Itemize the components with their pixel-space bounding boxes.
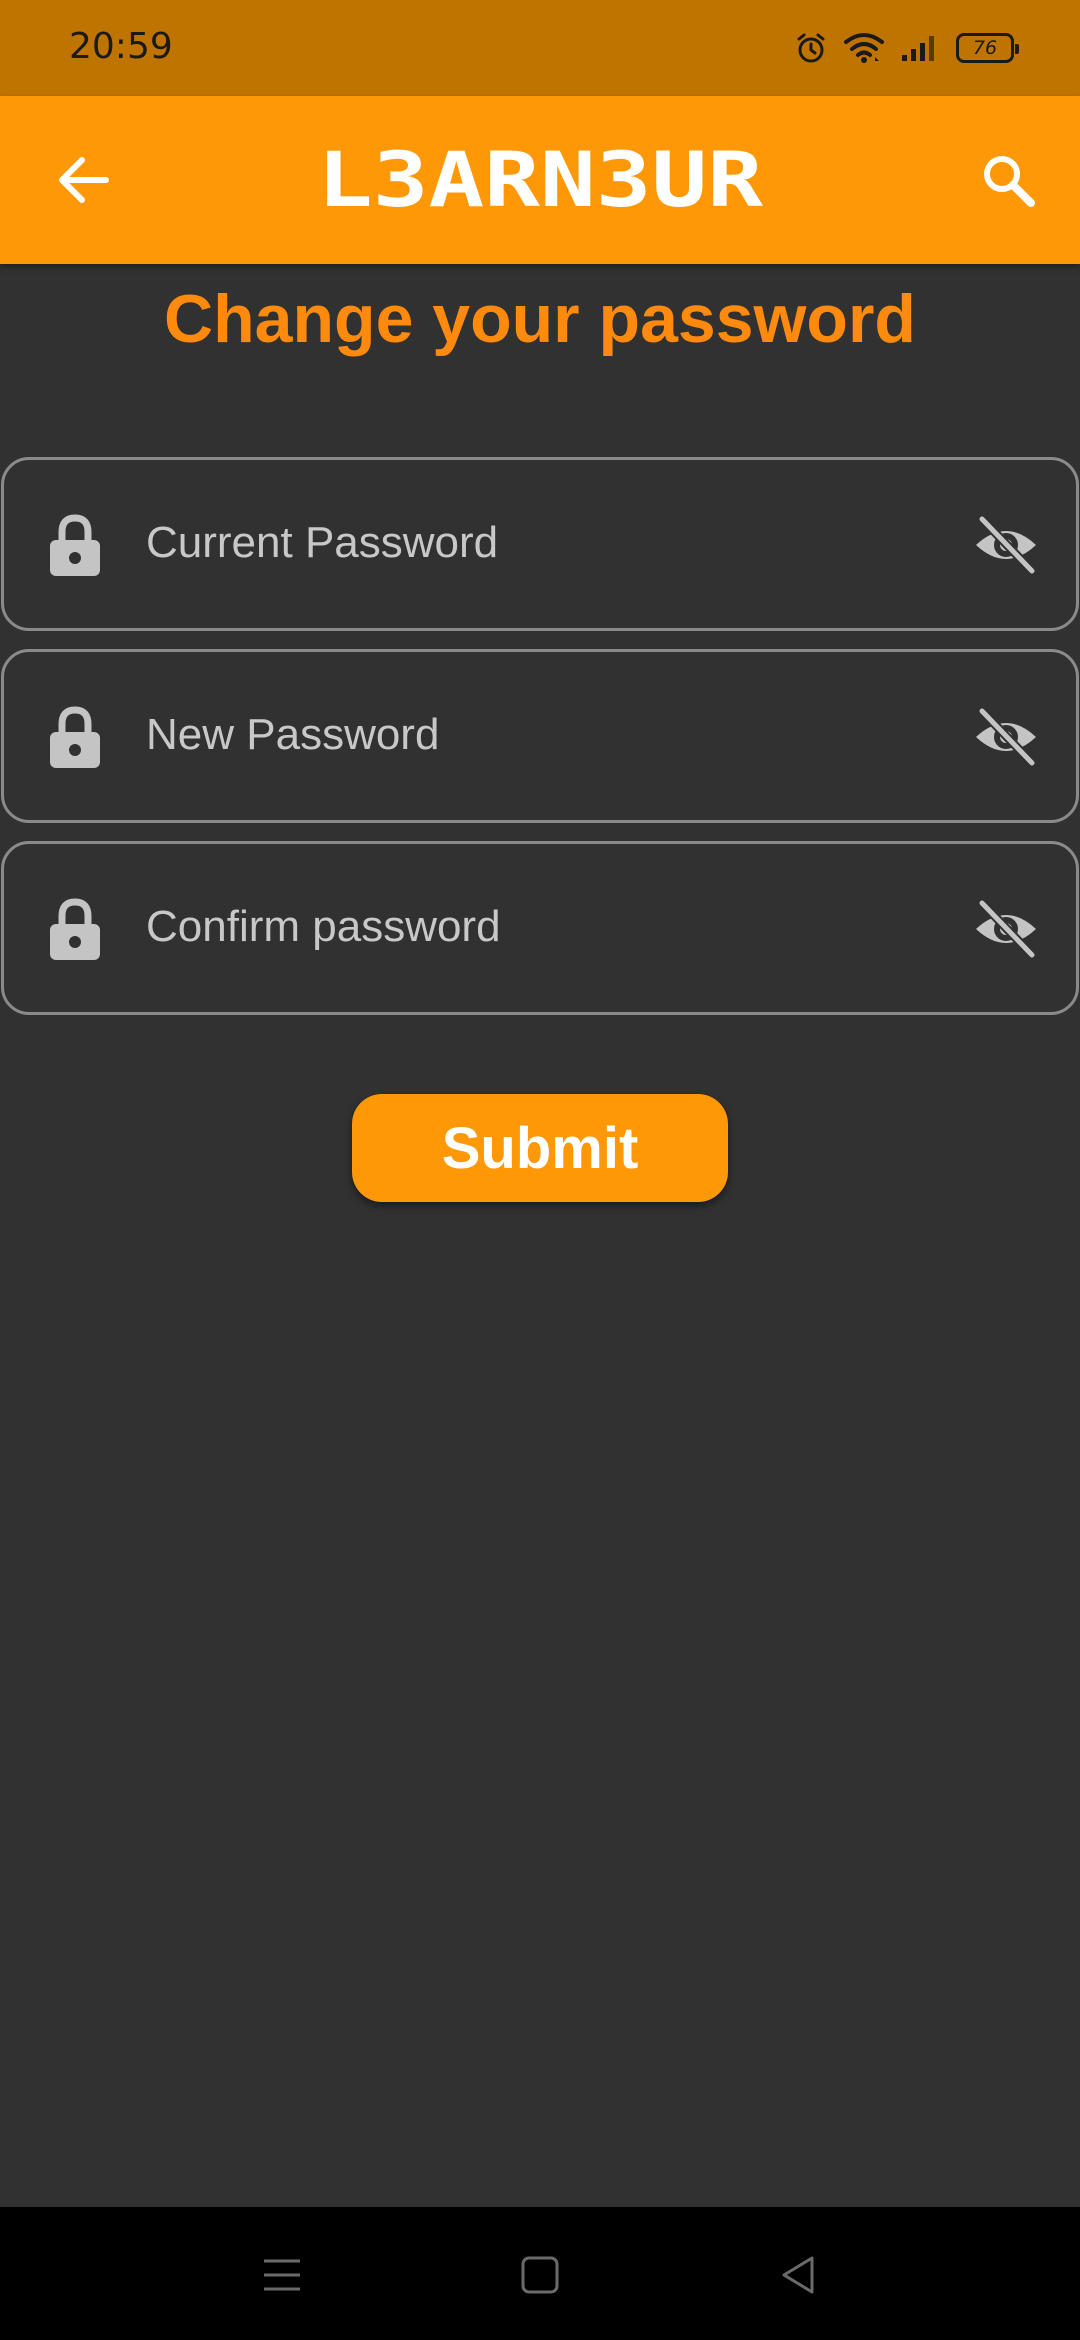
- new-password-placeholder: New Password: [146, 710, 440, 759]
- app-bar: L3ARN3UR: [0, 96, 1080, 264]
- submit-button[interactable]: Submit: [352, 1094, 728, 1202]
- back-nav-button[interactable]: [768, 2247, 828, 2303]
- toggle-visibility-button[interactable]: [970, 707, 1042, 767]
- alarm-icon: [797, 33, 825, 63]
- toggle-visibility-button[interactable]: [970, 899, 1042, 959]
- battery-level: 76: [972, 37, 998, 59]
- status-time: 20:59: [69, 26, 173, 67]
- logo-text: L3ARN3UR: [317, 142, 763, 218]
- current-password-placeholder: Current Password: [146, 518, 499, 567]
- confirm-password-field[interactable]: Confirm password: [1, 841, 1079, 1015]
- home-button[interactable]: [510, 2247, 570, 2303]
- status-icons: 76: [794, 28, 1019, 68]
- arrow-left-icon: [59, 157, 109, 203]
- lock-icon: [50, 898, 100, 960]
- toggle-visibility-button[interactable]: [970, 515, 1042, 575]
- home-icon: [521, 2256, 559, 2294]
- app-logo: L3ARN3UR: [317, 142, 763, 218]
- visibility-off-icon: [976, 899, 1036, 959]
- battery-icon: 76: [956, 33, 1019, 63]
- back-triangle-icon: [782, 2256, 814, 2294]
- back-button[interactable]: [50, 146, 118, 214]
- search-icon: [984, 156, 1035, 207]
- status-bar: 20:59 76: [0, 0, 1080, 96]
- visibility-off-icon: [976, 515, 1036, 575]
- signal-icon: [902, 36, 934, 61]
- menu-icon: [264, 2259, 300, 2291]
- new-password-field[interactable]: New Password: [1, 649, 1079, 823]
- lock-icon: [50, 706, 100, 768]
- current-password-field[interactable]: Current Password: [1, 457, 1079, 631]
- system-nav-bar: [0, 2207, 1080, 2340]
- visibility-off-icon: [976, 707, 1036, 767]
- menu-button[interactable]: [252, 2247, 312, 2303]
- page-title: Change your password: [164, 281, 916, 357]
- lock-icon: [50, 514, 100, 576]
- wifi-icon: [844, 33, 884, 63]
- search-button[interactable]: [972, 144, 1044, 216]
- confirm-password-placeholder: Confirm password: [146, 902, 501, 951]
